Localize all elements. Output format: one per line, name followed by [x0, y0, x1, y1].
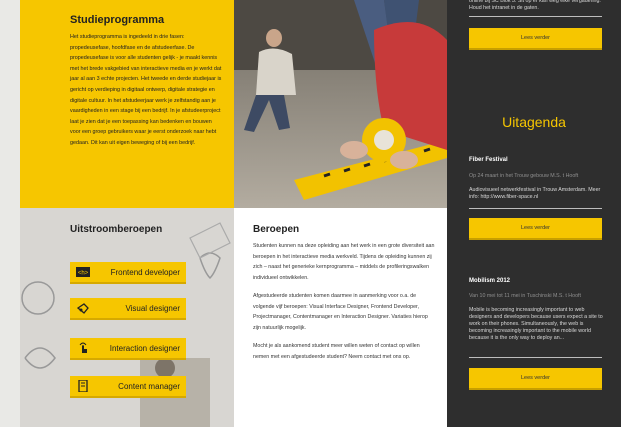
html-tag-icon: <h> — [76, 266, 90, 278]
event-date: Van 10 mei tot 11 mei in Tuschinski M.S.… — [469, 293, 581, 299]
document-icon — [76, 380, 90, 392]
event-date: Op 24 maart in het Trouw gebouw M.S. t H… — [469, 173, 579, 179]
studieprogramma-title: Studieprogramma — [70, 14, 165, 26]
content-manager-label: Content manager — [118, 381, 180, 391]
uitstroomberoepen-title: Uitstroomberoepen — [70, 224, 163, 235]
interaction-designer-button[interactable]: Interaction designer — [70, 338, 186, 360]
lees-verder-button-news[interactable]: Lees verder — [469, 28, 602, 50]
beroepen-title: Beroepen — [253, 224, 300, 235]
sidebar-news-text: online bij SC Blok 3. Sit op er kan weg … — [469, 0, 601, 11]
sidebar: online bij SC Blok 3. Sit op er kan weg … — [447, 0, 621, 427]
uitstroomberoepen-section: Uitstroomberoepen <h> Frontend developer… — [20, 208, 234, 427]
sidebar-divider — [469, 208, 602, 209]
lees-verder-button-fiber[interactable]: Lees verder — [469, 218, 602, 240]
event-title: Fiber Festival — [469, 157, 508, 163]
studieprogramma-panel: Studieprogramma Het studieprogramma is i… — [20, 0, 234, 208]
beroepen-paragraph-3: Mocht je als aankomend student meer will… — [253, 343, 420, 360]
event-description: Audiovisueel netwerkfestival in Trouw Am… — [469, 187, 601, 200]
interaction-designer-label: Interaction designer — [109, 343, 180, 353]
touch-gesture-icon — [76, 342, 90, 354]
sidebar-divider — [469, 16, 602, 17]
uitagenda-title: Uitagenda — [502, 114, 566, 130]
frontend-developer-button[interactable]: <h> Frontend developer — [70, 262, 186, 284]
visual-designer-button[interactable]: Visual designer — [70, 298, 186, 320]
students-taping-photo — [234, 0, 447, 208]
photo-illustration — [234, 0, 447, 208]
sidebar-divider — [469, 357, 602, 358]
lees-verder-button-mobilism[interactable]: Lees verder — [469, 368, 602, 390]
svg-text:<h>: <h> — [78, 271, 89, 277]
beroepen-paragraph-1: Studenten kunnen na deze opleiding aan h… — [253, 243, 435, 281]
beroepen-paragraph-2: Afgestudeerde studenten komen daarmee in… — [253, 293, 428, 331]
beroepen-section: Beroepen Studenten kunnen na deze opleid… — [234, 208, 447, 427]
hand-pointer-icon — [76, 302, 90, 314]
event-description: Mobile is becoming increasingly importan… — [469, 307, 603, 341]
visual-designer-label: Visual designer — [125, 303, 180, 313]
event-title: Mobilism 2012 — [469, 278, 511, 284]
frontend-developer-label: Frontend developer — [110, 267, 180, 277]
studieprogramma-body: Het studieprogramma is ingedeeld in drie… — [70, 34, 222, 146]
content-manager-button[interactable]: Content manager — [70, 376, 186, 398]
